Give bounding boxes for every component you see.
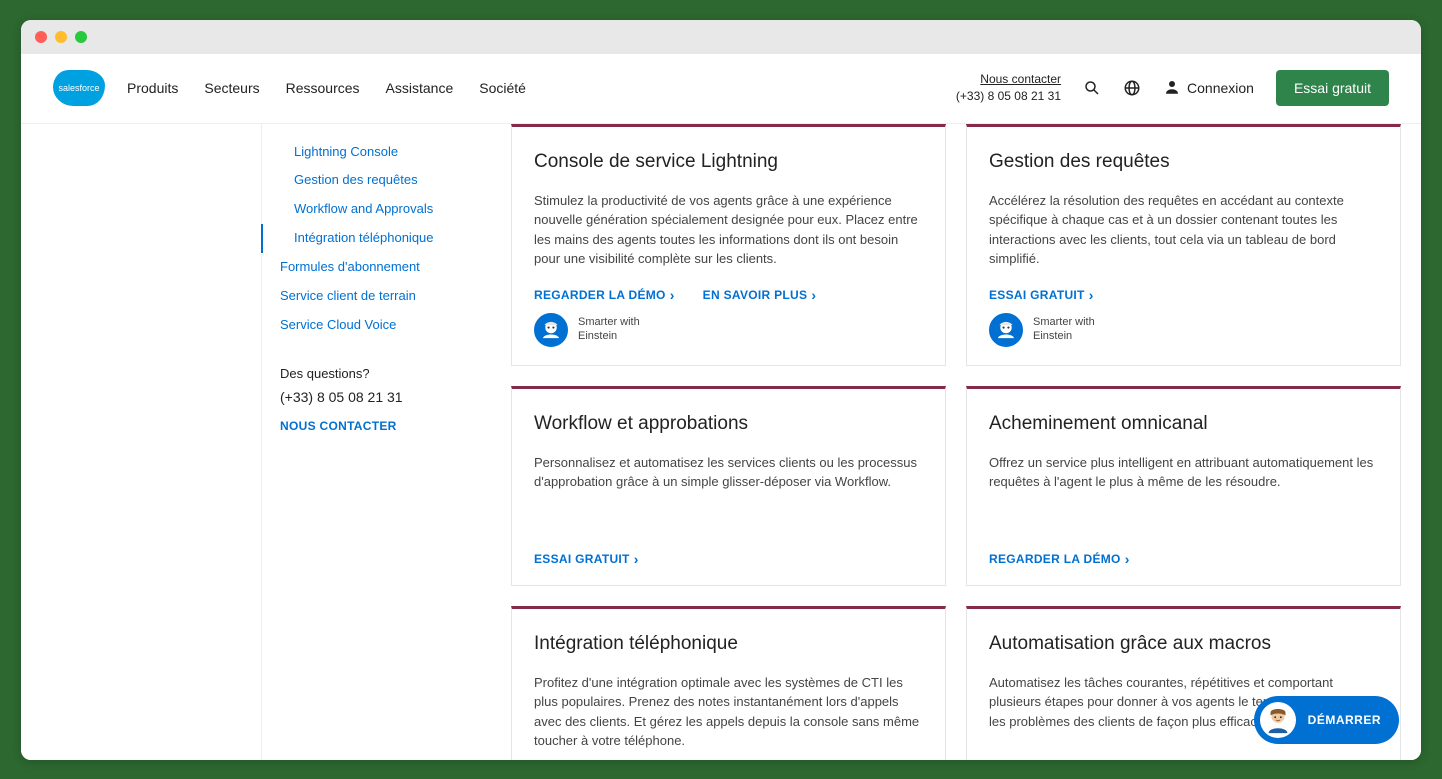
sidebar: Lightning Console Gestion des requêtes W…	[261, 124, 491, 760]
action-essai-gratuit[interactable]: ESSAI GRATUIT	[534, 551, 639, 567]
nav-produits[interactable]: Produits	[127, 80, 178, 96]
chat-start-button[interactable]: DÉMARRER	[1254, 696, 1399, 744]
salesforce-logo[interactable]: salesforce	[53, 70, 105, 106]
login-link[interactable]: Connexion	[1163, 78, 1254, 99]
questions-title: Des questions?	[280, 366, 473, 381]
site-header: salesforce Produits Secteurs Ressources …	[21, 54, 1421, 124]
card-title: Workflow et approbations	[534, 413, 923, 435]
globe-icon[interactable]	[1123, 79, 1141, 97]
search-icon[interactable]	[1083, 79, 1101, 97]
action-regarder-demo[interactable]: REGARDER LA DÉMO	[989, 551, 1130, 567]
questions-phone: (+33) 8 05 08 21 31	[280, 389, 473, 405]
titlebar	[21, 20, 1421, 54]
einstein-text: Smarter withEinstein	[578, 316, 640, 342]
contact-link[interactable]: Nous contacter	[956, 71, 1061, 88]
card-actions: REGARDER LA DÉMO EN SAVOIR PLUS	[534, 269, 923, 303]
sidebar-item-gestion-requetes[interactable]: Gestion des requêtes	[280, 166, 473, 195]
window-minimize-dot[interactable]	[55, 31, 67, 43]
card-console-lightning: Console de service Lightning Stimulez la…	[511, 124, 946, 366]
sidebar-item-lightning-console[interactable]: Lightning Console	[280, 138, 473, 167]
browser-frame: salesforce Produits Secteurs Ressources …	[21, 20, 1421, 760]
action-en-savoir-plus[interactable]: EN SAVOIR PLUS	[703, 287, 817, 303]
card-body: Stimulez la productivité de vos agents g…	[534, 191, 923, 269]
nav-ressources[interactable]: Ressources	[286, 80, 360, 96]
sidebar-item-service-terrain[interactable]: Service client de terrain	[280, 282, 473, 311]
einstein-badge: Smarter withEinstein	[989, 313, 1378, 347]
card-actions: REGARDER LA DÉMO	[989, 533, 1378, 567]
card-body: Personnalisez et automatisez les service…	[534, 453, 923, 492]
user-icon	[1163, 78, 1181, 99]
sidebar-item-integration-telephonique[interactable]: Intégration téléphonique	[280, 224, 473, 253]
card-body: Accélérez la résolution des requêtes en …	[989, 191, 1378, 269]
sidebar-item-workflow-approvals[interactable]: Workflow and Approvals	[280, 195, 473, 224]
sidebar-item-formules[interactable]: Formules d'abonnement	[280, 253, 473, 282]
logo-text: salesforce	[58, 83, 99, 93]
sidebar-questions: Des questions? (+33) 8 05 08 21 31 NOUS …	[280, 366, 473, 433]
window-close-dot[interactable]	[35, 31, 47, 43]
nav-societe[interactable]: Société	[479, 80, 526, 96]
cards-area[interactable]: Console de service Lightning Stimulez la…	[491, 124, 1421, 760]
card-body: Profitez d'une intégration optimale avec…	[534, 673, 923, 751]
card-title: Automatisation grâce aux macros	[989, 633, 1378, 655]
card-workflow-approbations: Workflow et approbations Personnalisez e…	[511, 386, 946, 586]
chat-avatar-icon	[1260, 702, 1296, 738]
einstein-badge: Smarter withEinstein	[534, 313, 923, 347]
action-essai-gratuit[interactable]: ESSAI GRATUIT	[989, 287, 1094, 303]
card-title: Acheminement omnicanal	[989, 413, 1378, 435]
free-trial-button[interactable]: Essai gratuit	[1276, 70, 1389, 106]
card-title: Console de service Lightning	[534, 151, 923, 173]
chat-label: DÉMARRER	[1308, 713, 1381, 727]
main-nav: Produits Secteurs Ressources Assistance …	[127, 80, 526, 96]
card-title: Gestion des requêtes	[989, 151, 1378, 173]
content-area: Lightning Console Gestion des requêtes W…	[21, 124, 1421, 760]
header-contact: Nous contacter (+33) 8 05 08 21 31	[956, 71, 1061, 105]
card-integration-telephonique: Intégration téléphonique Profitez d'une …	[511, 606, 946, 760]
card-actions: ESSAI GRATUIT	[989, 269, 1378, 303]
card-body: Offrez un service plus intelligent en at…	[989, 453, 1378, 492]
sidebar-item-service-cloud-voice[interactable]: Service Cloud Voice	[280, 311, 473, 340]
window-zoom-dot[interactable]	[75, 31, 87, 43]
card-acheminement-omnicanal: Acheminement omnicanal Offrez un service…	[966, 386, 1401, 586]
card-actions: ESSAI GRATUIT	[534, 533, 923, 567]
action-regarder-demo[interactable]: REGARDER LA DÉMO	[534, 287, 675, 303]
contact-phone: (+33) 8 05 08 21 31	[956, 88, 1061, 105]
login-label: Connexion	[1187, 80, 1254, 96]
nav-assistance[interactable]: Assistance	[386, 80, 454, 96]
einstein-text: Smarter withEinstein	[1033, 316, 1095, 342]
questions-contact-link[interactable]: NOUS CONTACTER	[280, 419, 397, 433]
einstein-icon	[989, 313, 1023, 347]
card-title: Intégration téléphonique	[534, 633, 923, 655]
card-gestion-requetes: Gestion des requêtes Accélérez la résolu…	[966, 124, 1401, 366]
header-right: Nous contacter (+33) 8 05 08 21 31 Conne…	[956, 70, 1389, 106]
einstein-icon	[534, 313, 568, 347]
nav-secteurs[interactable]: Secteurs	[204, 80, 259, 96]
cards-grid: Console de service Lightning Stimulez la…	[511, 124, 1401, 760]
